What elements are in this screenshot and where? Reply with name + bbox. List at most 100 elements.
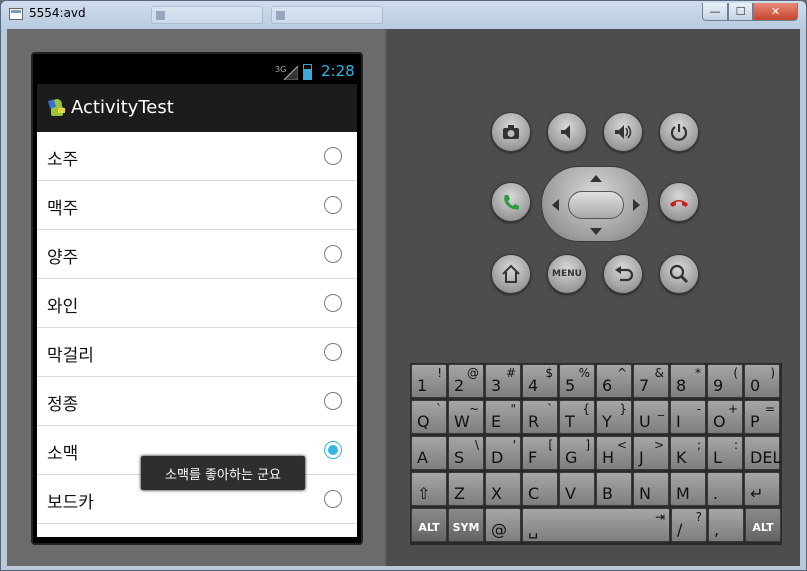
keyboard-key[interactable]: /?	[671, 508, 707, 542]
sym-key[interactable]: SYM	[448, 508, 484, 542]
keyboard-key[interactable]: 2 @	[448, 364, 484, 398]
keyboard-key[interactable]: X	[485, 472, 521, 506]
keyboard-key[interactable]: T{	[559, 400, 595, 434]
list-item[interactable]: 맥주	[37, 181, 357, 230]
key-label: B	[602, 484, 613, 503]
dpad-up-icon[interactable]	[590, 175, 602, 182]
keyboard-key[interactable]: S \	[448, 436, 484, 470]
keyboard-key[interactable]: DEL	[744, 436, 781, 470]
radio-button-checked[interactable]	[324, 441, 342, 459]
power-button[interactable]	[659, 112, 699, 152]
keyboard-key[interactable]: A	[411, 436, 447, 470]
key-alt-label: >	[653, 438, 664, 452]
keyboard-key[interactable]: 0)	[744, 364, 780, 398]
keyboard-key[interactable]: ,	[708, 508, 744, 542]
key-label: W	[454, 412, 470, 431]
menu-button[interactable]: MENU	[547, 254, 587, 294]
keyboard-key[interactable]: Y}	[596, 400, 632, 434]
radio-button[interactable]	[324, 245, 342, 263]
back-button[interactable]	[603, 254, 643, 294]
keyboard-key[interactable]: ⇧	[411, 472, 447, 506]
space-key[interactable]: ␣ ⇥	[522, 508, 670, 542]
keyboard-key[interactable]: U _	[633, 400, 669, 434]
list-item[interactable]: 와인	[37, 279, 357, 328]
keyboard-key[interactable]: R `	[522, 400, 558, 434]
keyboard-key[interactable]: 5%	[559, 364, 595, 398]
keyboard-key[interactable]: D '	[485, 436, 521, 470]
key-label: S	[454, 448, 465, 467]
keyboard-key[interactable]: K;	[670, 436, 706, 470]
keyboard-key[interactable]: Q `	[411, 400, 447, 434]
keyboard-key[interactable]: L:	[707, 436, 743, 470]
end-call-button[interactable]	[659, 182, 699, 222]
keyboard-key[interactable]: V	[559, 472, 595, 506]
radio-button[interactable]	[324, 147, 342, 165]
key-alt-label: {	[582, 402, 590, 416]
list-item[interactable]: 정종	[37, 377, 357, 426]
battery-icon	[303, 64, 312, 80]
call-button[interactable]	[491, 182, 531, 222]
keyboard-key[interactable]: ↵	[744, 472, 780, 506]
keyboard-key[interactable]: .	[707, 472, 743, 506]
keyboard-key[interactable]: P =	[744, 400, 780, 434]
minimize-button[interactable]: —	[702, 3, 728, 21]
android-launcher-icon[interactable]	[48, 98, 66, 118]
keyboard-key[interactable]: 4 $	[522, 364, 558, 398]
radio-button[interactable]	[324, 343, 342, 361]
search-button[interactable]	[659, 254, 699, 294]
keyboard-key[interactable]: M	[670, 472, 706, 506]
dpad-center-button[interactable]	[568, 191, 624, 219]
camera-icon	[503, 125, 519, 139]
title-bar[interactable]: 5554:avd — ☐ ✕	[1, 1, 806, 29]
radio-button[interactable]	[324, 294, 342, 312]
keyboard-key[interactable]: I-	[670, 400, 706, 434]
alt-key[interactable]: ALT	[411, 508, 447, 542]
dpad[interactable]	[541, 166, 649, 242]
dpad-down-icon[interactable]	[590, 228, 602, 235]
dpad-right-icon[interactable]	[633, 199, 640, 211]
key-alt-label: }	[619, 402, 627, 416]
signal-icon	[284, 66, 298, 80]
list-item[interactable]: 막걸리	[37, 328, 357, 377]
maximize-button[interactable]: ☐	[728, 3, 753, 21]
key-alt-label: &	[654, 366, 664, 380]
keyboard-key[interactable]: F[	[522, 436, 558, 470]
list-item-label: 소주	[47, 150, 79, 170]
keyboard-key[interactable]: O +	[707, 400, 743, 434]
keyboard-key[interactable]: G]	[559, 436, 595, 470]
key-alt-label: !	[437, 366, 442, 380]
key-label: J	[639, 448, 644, 467]
status-bar: 3G 2:28	[37, 58, 357, 84]
key-label: A	[417, 448, 428, 467]
close-button[interactable]: ✕	[753, 3, 798, 21]
radio-button[interactable]	[324, 392, 342, 410]
volume-down-button[interactable]	[547, 112, 587, 152]
list-item[interactable]: 소주	[37, 132, 357, 181]
keyboard-key[interactable]: 9(	[707, 364, 743, 398]
keyboard-key[interactable]: E "	[485, 400, 521, 434]
keyboard-key[interactable]: W ~	[448, 400, 484, 434]
keyboard-key[interactable]: N	[633, 472, 669, 506]
list-item[interactable]: 양주	[37, 230, 357, 279]
key-alt-label: ~	[468, 402, 479, 416]
keyboard-key[interactable]: 7 &	[633, 364, 669, 398]
key-alt-label: '	[512, 438, 516, 452]
keyboard-key[interactable]: C	[522, 472, 558, 506]
keyboard-key[interactable]: H <	[596, 436, 632, 470]
keyboard-key[interactable]: 8 *	[670, 364, 706, 398]
radio-button[interactable]	[324, 196, 342, 214]
keyboard-key[interactable]: B	[596, 472, 632, 506]
keyboard-key[interactable]: 6 ^	[596, 364, 632, 398]
keyboard-key[interactable]: J >	[633, 436, 669, 470]
keyboard-key[interactable]: 3 #	[485, 364, 521, 398]
home-icon	[502, 264, 520, 283]
alt-key[interactable]: ALT	[745, 508, 781, 542]
camera-button[interactable]	[491, 112, 531, 152]
keyboard-key[interactable]: Z	[448, 472, 484, 506]
radio-button[interactable]	[324, 490, 342, 508]
keyboard-key[interactable]: @	[485, 508, 521, 542]
home-button[interactable]	[491, 254, 531, 294]
volume-up-button[interactable]	[603, 112, 643, 152]
keyboard-key[interactable]: 1!	[411, 364, 447, 398]
dpad-left-icon[interactable]	[552, 199, 559, 211]
